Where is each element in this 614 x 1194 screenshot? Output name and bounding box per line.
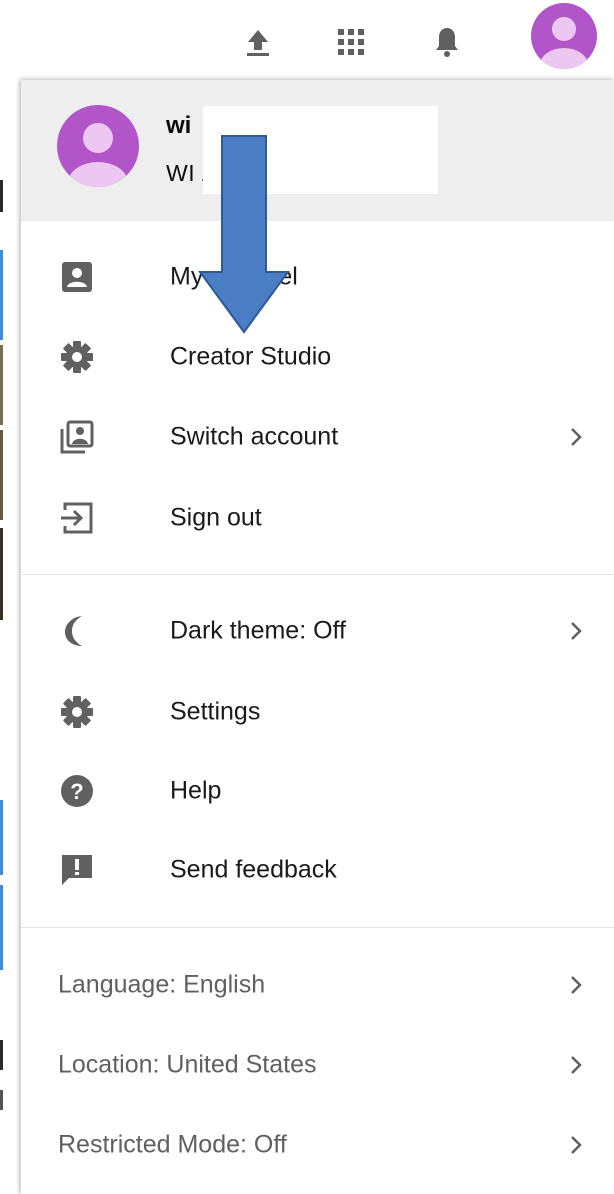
gear-icon	[58, 338, 96, 376]
gear-icon	[58, 693, 96, 731]
page-edge-segment	[0, 180, 3, 212]
upload-icon[interactable]	[238, 22, 278, 62]
divider	[21, 574, 614, 575]
menu-item-label: Restricted Mode: Off	[58, 1130, 287, 1159]
page-edge-segment	[0, 800, 3, 875]
menu-item-language[interactable]: Language: English	[21, 950, 614, 1020]
menu-item-label: Send feedback	[170, 855, 337, 884]
masthead	[0, 0, 614, 80]
menu-item-dark-theme[interactable]: Dark theme: Off	[21, 596, 614, 666]
page-edge-segment	[0, 885, 3, 970]
menu-item-label: Dark theme: Off	[170, 616, 346, 645]
menu-item-label: Creator Studio	[170, 342, 332, 371]
switch-account-icon	[58, 418, 96, 456]
svg-text:?: ?	[70, 779, 83, 804]
account-avatar-button[interactable]	[531, 3, 597, 69]
menu-item-send-feedback[interactable]: Send feedback	[21, 835, 614, 905]
page-edge-segment	[0, 1040, 3, 1070]
menu-item-my-channel[interactable]: My channel	[21, 242, 614, 312]
page-edge-segment	[0, 528, 3, 620]
menu-item-label: Sign out	[170, 503, 262, 532]
user-name: wi	[166, 112, 192, 139]
menu-item-help[interactable]: ? Help	[21, 756, 614, 826]
page-edge-segment	[0, 345, 3, 425]
menu-item-location[interactable]: Location: United States	[21, 1030, 614, 1100]
apps-grid-icon[interactable]	[331, 22, 371, 62]
menu-item-label: Switch account	[170, 422, 339, 451]
chevron-right-icon	[564, 1053, 588, 1077]
account-box-icon	[58, 258, 96, 296]
moon-icon	[58, 612, 96, 650]
menu-item-sign-out[interactable]: Sign out	[21, 483, 614, 553]
menu-item-restricted-mode[interactable]: Restricted Mode: Off	[21, 1110, 614, 1180]
notifications-bell-icon[interactable]	[427, 22, 467, 62]
page-edge-segment	[0, 430, 3, 520]
screen: wi WI ÃIL.COM My channel	[0, 0, 614, 1194]
annotation-arrow-down-icon	[198, 134, 290, 334]
page-edge-segment	[0, 250, 3, 340]
menu-item-label: Location: United States	[58, 1050, 317, 1079]
help-icon: ?	[58, 772, 96, 810]
chevron-right-icon	[564, 425, 588, 449]
feedback-icon	[58, 851, 96, 889]
background-page-edge	[0, 0, 20, 1194]
menu-item-label: Settings	[170, 697, 261, 726]
chevron-right-icon	[564, 973, 588, 997]
chevron-right-icon	[564, 619, 588, 643]
menu-item-label: Help	[170, 776, 222, 805]
sign-out-icon	[58, 499, 96, 537]
menu-item-creator-studio[interactable]: Creator Studio	[21, 322, 614, 392]
menu-item-switch-account[interactable]: Switch account	[21, 402, 614, 472]
avatar	[57, 105, 139, 187]
chevron-right-icon	[564, 1133, 588, 1157]
account-menu: wi WI ÃIL.COM My channel	[21, 80, 614, 1194]
account-header: wi WI ÃIL.COM	[21, 80, 614, 221]
menu-item-label: Language: English	[58, 970, 266, 999]
divider	[21, 927, 614, 928]
menu-item-settings[interactable]: Settings	[21, 677, 614, 747]
page-edge-segment	[0, 1090, 3, 1110]
